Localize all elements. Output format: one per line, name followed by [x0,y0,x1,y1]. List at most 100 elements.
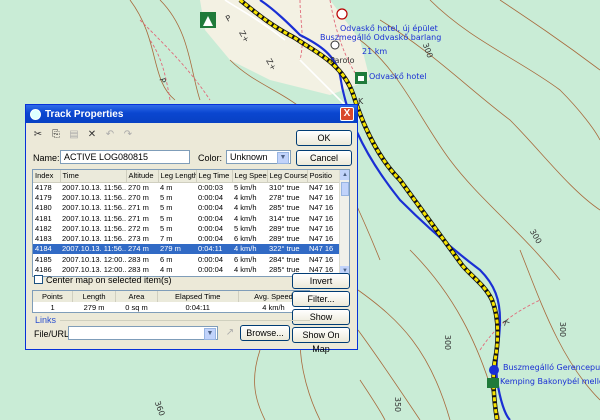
table-cell: 270 m [128,182,149,192]
table-row[interactable]: 4183 2007.10.13. 11:56... 273 m 7 m 0:00:04 6… [33,233,341,243]
dialog-title: Track Properties [45,108,124,120]
table-cell: 270 m [128,192,149,202]
dialog-titlebar[interactable]: Track Properties [26,105,357,123]
column-header[interactable]: Altitude [126,170,159,183]
table-cell: 2007.10.13. 11:56... [62,203,126,213]
summary-header: Elapsed Time [157,291,239,302]
track-properties-dialog[interactable]: Track Properties X ✂ ⎘ ▤ ✕ ↶ ↷ OK Name: ACTIV… [25,104,358,354]
table-cell: 2007.10.13. 11:56... [60,243,126,255]
file-url-field[interactable]: ▼ [68,326,218,340]
copy-icon[interactable]: ⎘ [50,129,62,141]
table-cell: 5 km/h [234,223,257,233]
table-cell: 285° true [269,203,300,213]
table-cell: 4179 [35,192,52,202]
table-row[interactable]: 4180 2007.10.13. 11:56... 271 m 5 m 0:00:04 4… [33,203,341,213]
map-label: Buszmegálló Odvaskő barlang [320,33,442,42]
table-cell: 4 km/h [232,243,267,255]
center-map-label: Center map on selected item(s) [46,275,172,285]
summary-value: 1 [50,303,55,312]
column-header[interactable]: Leg Time [196,170,233,183]
parking-icon[interactable] [336,8,348,20]
table-row[interactable]: 4185 2007.10.13. 12:00... 283 m 6 m 0:00:04 6… [33,254,341,264]
invert-button[interactable]: Invert [292,273,350,289]
table-cell: 2007.10.13. 11:56... [62,192,126,202]
table-row[interactable]: 4184 2007.10.13. 11:56... 274 m 279 m 0:04:1… [33,243,341,255]
map-label: 21 km [362,47,388,56]
trackpoint-table[interactable]: Index Time Altitude Leg Length Leg Time Leg S… [32,169,350,277]
table-cell: 4180 [35,203,52,213]
table-cell: 4183 [35,234,52,244]
column-header[interactable]: Index [33,170,61,183]
table-cell: 4185 [35,254,52,264]
table-cell: 0:00:04 [198,254,224,264]
column-header[interactable]: Leg Length [158,170,197,183]
color-label: Color: [198,153,223,163]
table-cell: 0:00:04 [196,275,232,276]
table-cell: 7 m [160,234,173,244]
cancel-button[interactable]: Cancel [296,150,352,166]
table-cell: N47 16 [309,192,334,202]
summary-table: Points Length Area Elapsed Time Avg. Speed 1… [32,290,310,313]
links-divider [60,320,310,321]
center-map-checkbox[interactable] [34,275,43,284]
contour-label: 350 [393,396,403,413]
table-cell: 5 m [160,223,173,233]
color-select[interactable]: Unknown ▼ [226,150,291,164]
table-cell: 283 m [128,254,149,264]
browse-button[interactable]: Browse... [240,325,290,341]
cut-icon[interactable]: ✂ [32,129,44,141]
undo-icon[interactable]: ↶ [104,129,116,141]
bus-stop-icon[interactable] [489,365,499,375]
open-link-icon: ↗ [225,327,235,338]
table-cell: 273 m [128,234,149,244]
table-cell: 6 m [160,254,173,264]
ok-button[interactable]: OK [296,130,352,146]
summary-value: 0 sq m [125,303,148,312]
waypoint-icon[interactable] [330,40,340,50]
chevron-down-icon[interactable]: ▼ [277,152,289,164]
table-cell: N47 16 [309,213,334,223]
column-header[interactable]: Leg Course [267,170,308,183]
table-cell: 271 m [128,213,149,223]
table-cell: N47 16 [309,203,334,213]
column-header[interactable]: Time [60,170,127,183]
camping-icon[interactable] [487,378,499,388]
map-label: Buszmegálló Gerencepuszta [503,363,600,372]
table-cell: 322° true [267,243,307,255]
paste-icon[interactable]: ▤ [68,129,80,141]
table-scrollbar[interactable]: ▲ ▼ [339,170,349,276]
table-cell: 0:00:04 [198,213,224,223]
table-cell: 4178 [35,182,52,192]
close-button[interactable]: X [340,107,354,121]
table-cell: 0:00:04 [198,203,224,213]
table-cell: 271 m [128,203,149,213]
map-label: Parolo [330,56,355,65]
map-label: Kemping Bakonybél mellett [500,377,600,386]
file-url-label: File/URL: [34,329,72,339]
table-cell: 0:00:04 [198,265,224,275]
scroll-up-icon[interactable]: ▲ [340,170,349,180]
chevron-down-icon[interactable]: ▼ [204,328,216,340]
name-field[interactable]: ACTIVE LOG080815 [60,150,190,164]
filter-button[interactable]: Filter... [292,291,350,307]
table-cell: 5 km/h [234,182,257,192]
scroll-thumb[interactable] [341,182,349,196]
column-header[interactable]: Leg Speed [232,170,268,183]
table-row[interactable]: 4179 2007.10.13. 11:56... 270 m 5 m 0:00:04 4… [33,192,341,202]
links-label: Links [35,315,57,325]
delete-icon[interactable]: ✕ [86,129,98,141]
map-label: Odvaskő hotel [369,72,427,81]
table-cell: N47 16 [309,223,334,233]
table-cell: 6 km/h [234,254,257,264]
table-cell: 278° true [269,192,300,202]
map-label: Odvaskő hotel, új épület [340,24,438,33]
table-cell: 2007.10.13. 11:56... [62,182,126,192]
table-row[interactable]: 4178 2007.10.13. 11:56... 270 m 4 m 0:00:03 5… [33,182,341,192]
column-header[interactable]: Positio [307,170,342,183]
road-label: K [358,97,364,106]
redo-icon[interactable]: ↷ [122,129,134,141]
table-row[interactable]: 4181 2007.10.13. 11:56... 271 m 5 m 0:00:04 4… [33,213,341,223]
table-row[interactable]: 4182 2007.10.13. 11:56... 272 m 5 m 0:00:04 5… [33,223,341,233]
table-cell: 4186 [35,265,52,275]
summary-value: 0:04:11 [185,303,210,312]
